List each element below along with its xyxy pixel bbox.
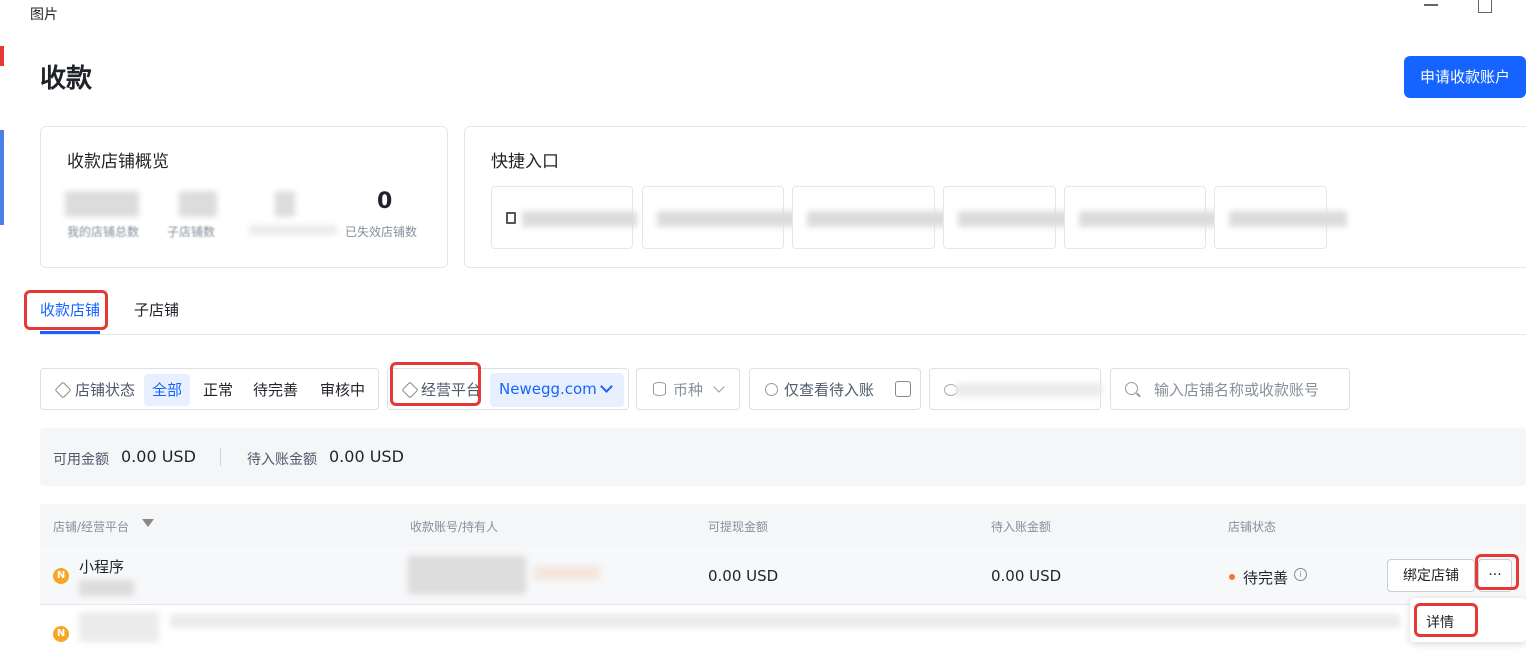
coin-stack-icon bbox=[653, 382, 666, 396]
search-placeholder: 输入店铺名称或收款账号 bbox=[1154, 381, 1320, 399]
window-title: 图片 bbox=[30, 7, 58, 23]
chevron-down-icon bbox=[600, 380, 613, 393]
minimize-icon[interactable] bbox=[1424, 4, 1438, 6]
pending-amount: 0.00 USD bbox=[991, 567, 1062, 585]
balance-divider bbox=[220, 448, 221, 466]
dropdown-item-details[interactable]: 详情 bbox=[1426, 612, 1454, 632]
quick-entry-label-blurred bbox=[807, 211, 947, 227]
quick-entry-label-blurred bbox=[958, 211, 1068, 227]
account-blurred bbox=[408, 556, 526, 594]
stat-value-blurred bbox=[179, 191, 217, 217]
row-content-blurred bbox=[170, 614, 1400, 628]
store-status-label: 店铺状态 bbox=[75, 381, 136, 399]
status-option-all[interactable]: 全部 bbox=[152, 379, 182, 400]
quick-entry-label-blurred bbox=[657, 211, 797, 227]
more-actions-button[interactable]: ··· bbox=[1478, 559, 1512, 592]
stat-label: 已失效店铺数 bbox=[345, 225, 418, 239]
apply-account-button[interactable]: 申请收款账户 bbox=[1404, 56, 1526, 98]
blurred-filter-label bbox=[956, 383, 1102, 397]
platform-label: 经营平台 bbox=[421, 381, 482, 399]
currency-filter[interactable]: 币种 bbox=[636, 368, 740, 410]
store-name-blurred bbox=[79, 612, 159, 642]
pending-only-checkbox[interactable] bbox=[895, 381, 911, 397]
left-edge-bar bbox=[0, 130, 4, 225]
quick-entry-item[interactable] bbox=[1214, 186, 1347, 249]
quick-entry-item[interactable] bbox=[1064, 186, 1219, 249]
status-text: 待完善 bbox=[1243, 569, 1289, 587]
status-option-normal[interactable]: 正常 bbox=[203, 379, 233, 400]
tag-icon bbox=[401, 381, 419, 399]
stat-value-blurred bbox=[65, 191, 139, 217]
platform-badge: N bbox=[53, 568, 69, 584]
col-header-status: 店铺状态 bbox=[1228, 520, 1277, 534]
quick-entry-item[interactable] bbox=[943, 186, 1068, 249]
clock-icon bbox=[765, 383, 778, 396]
col-header-withdrawable: 可提现金额 bbox=[708, 520, 769, 534]
quick-entry-item[interactable] bbox=[642, 186, 797, 249]
filter-icon[interactable] bbox=[142, 519, 154, 527]
chevron-down-icon bbox=[713, 381, 725, 393]
platform-filter: 经营平台 Newegg.com bbox=[387, 368, 629, 410]
left-edge-accent bbox=[0, 46, 4, 66]
book-icon bbox=[506, 212, 516, 224]
stat-label: 子店铺数 bbox=[167, 225, 216, 239]
status-option-reviewing[interactable]: 审核中 bbox=[320, 379, 365, 400]
tab-sub-stores[interactable]: 子店铺 bbox=[134, 299, 179, 320]
quick-entry-title: 快捷入口 bbox=[491, 152, 559, 172]
pending-only-label: 仅查看待入账 bbox=[784, 381, 875, 399]
info-icon[interactable]: i bbox=[1294, 568, 1307, 581]
page-title: 收款 bbox=[40, 64, 93, 94]
status-dot bbox=[1229, 574, 1235, 580]
stat-label-blurred bbox=[249, 225, 337, 235]
withdrawable-amount: 0.00 USD bbox=[708, 567, 779, 585]
tab-receiving-stores[interactable]: 收款店铺 bbox=[40, 299, 100, 320]
stat-value: 0 bbox=[377, 189, 393, 214]
stat-label: 我的店铺总数 bbox=[67, 225, 140, 239]
pending-only-filter[interactable]: 仅查看待入账 bbox=[749, 368, 921, 410]
overview-title: 收款店铺概览 bbox=[67, 152, 169, 172]
maximize-icon[interactable] bbox=[1478, 0, 1492, 13]
pending-label: 待入账金额 bbox=[247, 452, 317, 468]
col-header-pending: 待入账金额 bbox=[991, 520, 1052, 534]
tag-icon bbox=[54, 381, 72, 399]
table-header-bg bbox=[40, 504, 1526, 546]
tabs-divider bbox=[40, 334, 1526, 335]
quick-entry-label-blurred bbox=[522, 211, 637, 227]
search-box[interactable]: 输入店铺名称或收款账号 bbox=[1110, 368, 1350, 410]
pending-value: 0.00 USD bbox=[329, 447, 404, 466]
store-status-filter: 店铺状态 全部 正常 待完善 审核中 bbox=[40, 368, 379, 410]
search-icon-handle bbox=[1136, 392, 1141, 398]
quick-entry-item[interactable] bbox=[792, 186, 947, 249]
quick-entry-item[interactable] bbox=[491, 186, 637, 249]
currency-label: 币种 bbox=[673, 381, 704, 399]
store-name[interactable]: 小程序 bbox=[79, 556, 124, 577]
platform-badge: N bbox=[53, 626, 69, 642]
available-label: 可用金额 bbox=[53, 452, 109, 468]
bind-store-button[interactable]: 绑定店铺 bbox=[1387, 559, 1475, 592]
available-value: 0.00 USD bbox=[121, 447, 196, 466]
status-option-pending[interactable]: 待完善 bbox=[253, 379, 298, 400]
col-header-account: 收款账号/持有人 bbox=[410, 520, 499, 534]
account-extra-blurred bbox=[534, 566, 600, 580]
quick-entry-label-blurred bbox=[1079, 211, 1219, 227]
platform-select-value: Newegg.com bbox=[499, 380, 597, 398]
store-subtitle-blurred bbox=[79, 580, 134, 596]
overview-card: 收款店铺概览 我的店铺总数 子店铺数 0 已失效店铺数 bbox=[40, 126, 448, 268]
stat-value-blurred bbox=[275, 191, 295, 217]
platform-select[interactable]: Newegg.com bbox=[490, 373, 624, 407]
quick-entry-label-blurred bbox=[1229, 211, 1347, 227]
col-header-store: 店铺/经营平台 bbox=[53, 520, 130, 534]
blurred-filter[interactable] bbox=[929, 368, 1102, 410]
